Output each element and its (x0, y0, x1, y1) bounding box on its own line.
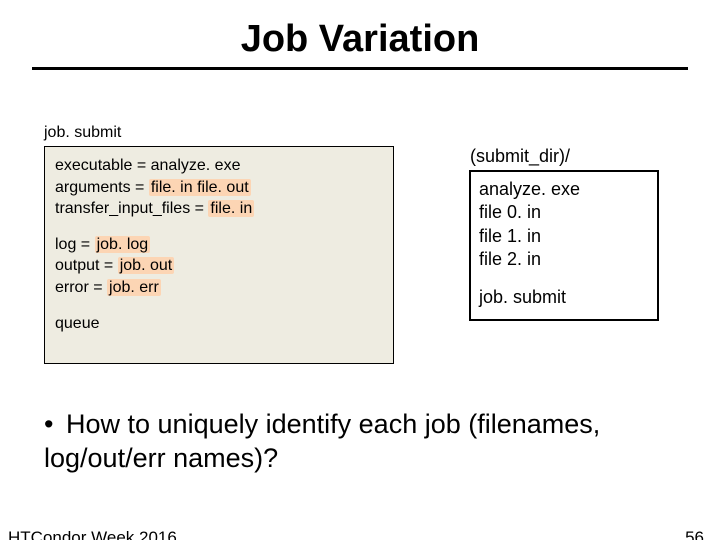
code-line: transfer_input_files = file. in (55, 198, 383, 220)
code-text: error = (55, 279, 107, 296)
highlight: file. in (208, 200, 254, 217)
dir-item: job. submit (479, 286, 649, 309)
code-text: transfer_input_files = (55, 200, 208, 217)
code-line: log = job. log (55, 234, 383, 256)
code-line: queue (55, 313, 383, 335)
highlight: file. in file. out (149, 179, 251, 196)
code-text: arguments = (55, 179, 149, 196)
highlight: job. err (107, 279, 161, 296)
code-text: log = (55, 236, 95, 253)
code-line: arguments = file. in file. out (55, 177, 383, 199)
submit-dir-box: analyze. exe file 0. in file 1. in file … (469, 170, 659, 321)
code-text: output = (55, 257, 118, 274)
spacer (479, 272, 649, 286)
page-number: 56 (685, 528, 704, 540)
code-line: error = job. err (55, 277, 383, 299)
slide-title: Job Variation (0, 18, 720, 61)
code-line: executable = analyze. exe (55, 155, 383, 177)
submit-file-box: executable = analyze. exe arguments = fi… (44, 146, 394, 364)
footer-left: HTCondor Week 2016 (8, 528, 177, 540)
highlight: job. log (95, 236, 151, 253)
title-rule (32, 67, 688, 70)
code-text: queue (55, 315, 100, 332)
bullet-text: •How to uniquely identify each job (file… (44, 408, 676, 476)
bullet-dot: • (44, 408, 66, 442)
dir-item: analyze. exe (479, 178, 649, 201)
submit-dir-label: (submit_dir)/ (470, 146, 570, 167)
bullet-content: How to uniquely identify each job (filen… (44, 409, 600, 473)
dir-item: file 0. in (479, 201, 649, 224)
dir-item: file 1. in (479, 225, 649, 248)
code-text: executable = analyze. exe (55, 157, 240, 174)
submit-file-label: job. submit (44, 124, 121, 142)
highlight: job. out (118, 257, 174, 274)
code-block-1: executable = analyze. exe arguments = fi… (55, 155, 383, 220)
dir-item: file 2. in (479, 248, 649, 271)
code-line: output = job. out (55, 255, 383, 277)
code-block-2: log = job. log output = job. out error =… (55, 234, 383, 299)
slide: Job Variation job. submit executable = a… (0, 18, 720, 540)
